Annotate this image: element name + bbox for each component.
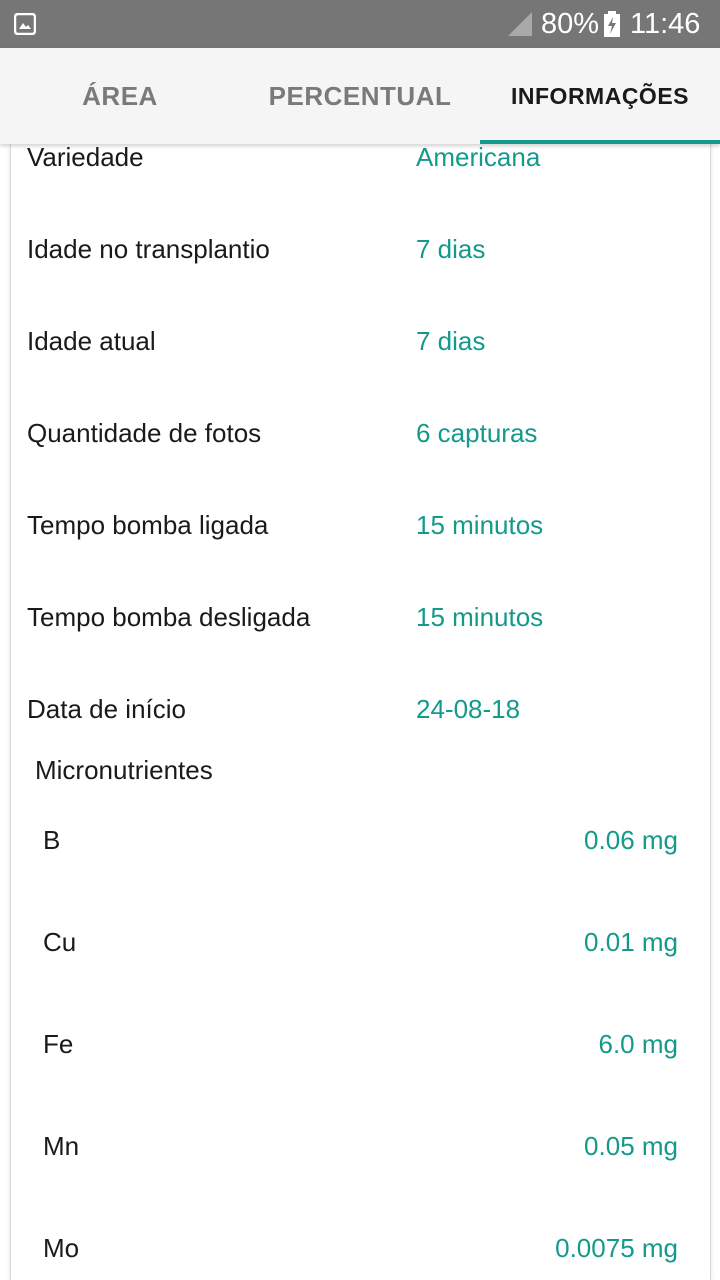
micronutrient-name: B — [43, 825, 61, 855]
micronutrient-row-b: B 0.06 mg — [11, 824, 710, 864]
micronutrient-row-mn: Mn 0.05 mg — [11, 1130, 710, 1170]
micronutrient-value: 0.0075 mg — [555, 1233, 678, 1263]
micronutrient-name: Fe — [43, 1029, 74, 1059]
tab-informacoes[interactable]: INFORMAÇÕES — [480, 48, 720, 144]
selected-tab-indicator — [480, 140, 720, 144]
info-row-data-inicio: Data de início 24-08-18 — [11, 693, 710, 733]
micronutrient-name: Mo — [43, 1233, 80, 1263]
info-label: Variedade — [27, 144, 144, 172]
micronutrient-name: Cu — [43, 927, 77, 957]
tab-percentual[interactable]: PERCENTUAL — [240, 48, 480, 144]
info-label: Quantidade de fotos — [27, 418, 262, 448]
info-row-variedade: Variedade Americana — [11, 144, 710, 181]
micronutrient-row-fe: Fe 6.0 mg — [11, 1028, 710, 1068]
info-label: Idade atual — [27, 326, 156, 356]
tab-bar: ÁREA PERCENTUAL INFORMAÇÕES — [0, 48, 720, 144]
micronutrient-value: 6.0 mg — [598, 1029, 679, 1059]
info-value: Americana — [416, 144, 541, 172]
info-label: Tempo bomba ligada — [27, 510, 269, 540]
status-bar: 80% 11:46 — [0, 0, 720, 48]
info-label: Idade no transplantio — [27, 234, 270, 264]
info-row-bomba-ligada: Tempo bomba ligada 15 minutos — [11, 509, 710, 549]
micronutrient-name: Mn — [43, 1131, 80, 1161]
micronutrient-value: 0.05 mg — [584, 1131, 678, 1161]
battery-charging-icon — [604, 11, 620, 37]
info-value: 15 minutos — [416, 602, 544, 632]
micronutrient-value: 0.01 mg — [584, 927, 678, 957]
info-card: Variedade Americana Idade no transplanti… — [10, 144, 711, 1280]
info-row-quantidade-fotos: Quantidade de fotos 6 capturas — [11, 417, 710, 457]
micronutrient-row-cu: Cu 0.01 mg — [11, 926, 710, 966]
info-value: 6 capturas — [416, 418, 538, 448]
clock: 11:46 — [630, 8, 701, 40]
image-notification-icon — [14, 13, 36, 35]
info-row-idade-atual: Idade atual 7 dias — [11, 325, 710, 365]
tab-area[interactable]: ÁREA — [0, 48, 240, 144]
signal-icon — [508, 12, 532, 36]
info-row-bomba-desligada: Tempo bomba desligada 15 minutos — [11, 601, 710, 641]
info-label: Data de início — [27, 694, 186, 724]
micronutrient-row-mo: Mo 0.0075 mg — [11, 1232, 710, 1272]
info-value: 7 dias — [416, 326, 486, 356]
micronutrients-title: Micronutrientes — [35, 755, 213, 785]
battery-percentage: 80% — [541, 8, 600, 40]
info-row-idade-transplantio: Idade no transplantio 7 dias — [11, 233, 710, 273]
info-value: 24-08-18 — [416, 694, 521, 724]
info-label: Tempo bomba desligada — [27, 602, 311, 632]
info-value: 7 dias — [416, 234, 486, 264]
info-value: 15 minutos — [416, 510, 544, 540]
micronutrient-value: 0.06 mg — [584, 825, 678, 855]
